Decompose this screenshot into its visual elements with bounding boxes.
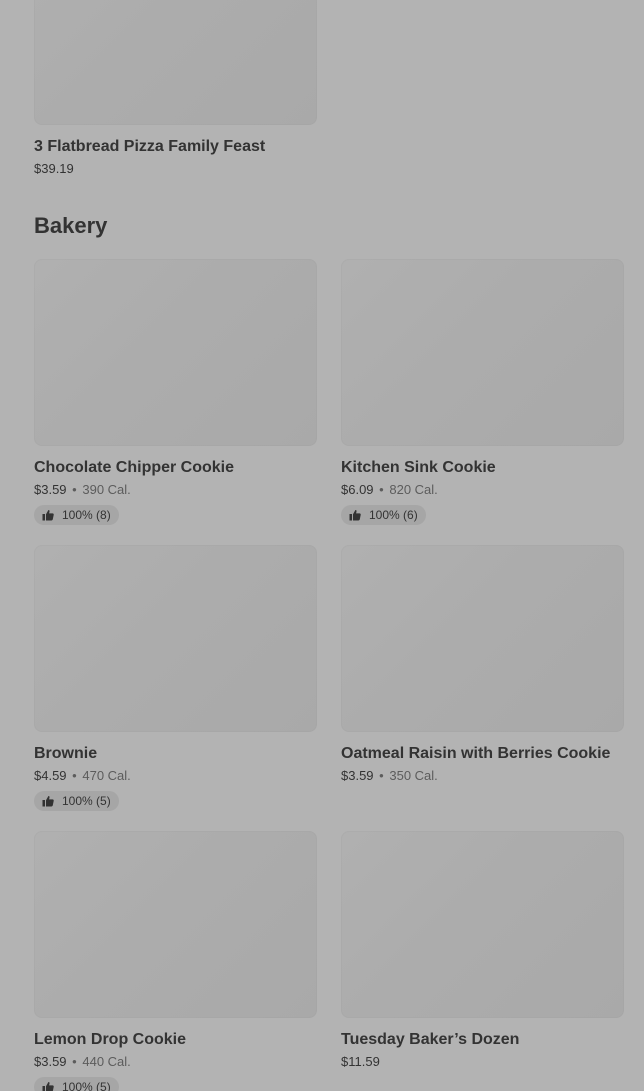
menu-item-card[interactable]: Oatmeal Raisin with Berries Cookie $3.59… bbox=[341, 545, 624, 784]
rating-badge: 100% (5) bbox=[34, 791, 119, 811]
item-image[interactable] bbox=[341, 545, 624, 732]
item-calories: 470 Cal. bbox=[82, 768, 131, 783]
rating-text: 100% (6) bbox=[369, 508, 418, 522]
meta-separator: • bbox=[72, 1054, 77, 1069]
item-image[interactable] bbox=[341, 259, 624, 446]
item-calories: 350 Cal. bbox=[389, 768, 438, 783]
item-calories: 390 Cal. bbox=[82, 482, 131, 497]
item-image[interactable] bbox=[341, 831, 624, 1018]
item-price: $4.59 bbox=[34, 768, 67, 783]
menu-item-card[interactable]: Chocolate Chipper Cookie $3.59 • 390 Cal… bbox=[34, 259, 317, 526]
thumbs-up-icon bbox=[42, 510, 54, 521]
item-meta: $3.59 • 390 Cal. bbox=[34, 482, 317, 498]
thumbs-up-icon bbox=[42, 1082, 54, 1091]
item-name: Brownie bbox=[34, 745, 98, 762]
item-price: $6.09 bbox=[341, 482, 374, 497]
item-calories: 820 Cal. bbox=[389, 482, 438, 497]
rating-badge: 100% (8) bbox=[34, 505, 119, 525]
thumbs-up-icon bbox=[349, 510, 361, 521]
item-meta: $11.59 bbox=[341, 1054, 624, 1070]
item-price: $39.19 bbox=[34, 161, 74, 176]
rating-text: 100% (5) bbox=[62, 794, 111, 808]
item-name: Kitchen Sink Cookie bbox=[341, 459, 496, 476]
item-name: 3 Flatbread Pizza Family Feast bbox=[34, 138, 266, 155]
rating-badge: 100% (5) bbox=[34, 1077, 119, 1091]
item-price: $3.59 bbox=[341, 768, 374, 783]
menu-item-card[interactable]: 3 Flatbread Pizza Family Feast $39.19 bbox=[34, 0, 317, 177]
item-name: Tuesday Baker’s Dozen bbox=[341, 1031, 520, 1048]
thumbs-up-icon bbox=[42, 796, 54, 807]
meta-separator: • bbox=[72, 768, 77, 783]
meta-separator: • bbox=[379, 482, 384, 497]
item-meta: $39.19 bbox=[34, 161, 317, 177]
menu-item-card[interactable]: Tuesday Baker’s Dozen $11.59 bbox=[341, 831, 624, 1070]
meta-separator: • bbox=[72, 482, 77, 497]
item-name: Lemon Drop Cookie bbox=[34, 1031, 187, 1048]
item-calories: 440 Cal. bbox=[82, 1054, 131, 1069]
rating-text: 100% (5) bbox=[62, 1080, 111, 1091]
menu-page: 3 Flatbread Pizza Family Feast $39.19 Ba… bbox=[0, 0, 644, 1091]
item-image[interactable] bbox=[34, 259, 317, 446]
item-name: Chocolate Chipper Cookie bbox=[34, 459, 235, 476]
item-image[interactable] bbox=[34, 545, 317, 732]
item-meta: $6.09 • 820 Cal. bbox=[341, 482, 624, 498]
item-meta: $3.59 • 440 Cal. bbox=[34, 1054, 317, 1070]
item-price: $3.59 bbox=[34, 482, 67, 497]
rating-badge: 100% (6) bbox=[341, 505, 426, 525]
item-image[interactable] bbox=[34, 0, 317, 125]
item-price: $11.59 bbox=[341, 1054, 380, 1069]
section-title: Bakery bbox=[34, 213, 108, 238]
item-meta: $3.59 • 350 Cal. bbox=[341, 768, 624, 784]
rating-text: 100% (8) bbox=[62, 508, 111, 522]
item-meta: $4.59 • 470 Cal. bbox=[34, 768, 317, 784]
item-name: Oatmeal Raisin with Berries Cookie bbox=[341, 745, 611, 762]
item-price: $3.59 bbox=[34, 1054, 67, 1069]
menu-item-card[interactable]: Kitchen Sink Cookie $6.09 • 820 Cal. 100… bbox=[341, 259, 624, 526]
menu-item-card[interactable]: Lemon Drop Cookie $3.59 • 440 Cal. 100% … bbox=[34, 831, 317, 1091]
menu-item-card[interactable]: Brownie $4.59 • 470 Cal. 100% (5) bbox=[34, 545, 317, 812]
meta-separator: • bbox=[379, 768, 384, 783]
item-image[interactable] bbox=[34, 831, 317, 1018]
